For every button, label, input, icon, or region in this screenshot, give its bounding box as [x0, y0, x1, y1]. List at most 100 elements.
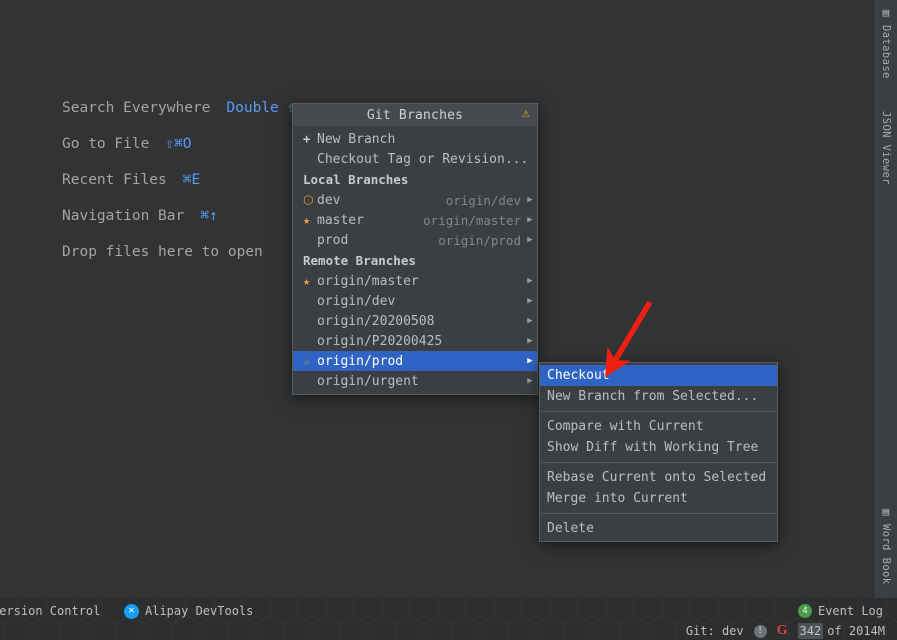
chevron-right-icon: ▶ — [527, 376, 533, 386]
version-control-label: Version Control — [0, 604, 101, 618]
warning-circle-icon: ! — [753, 624, 767, 638]
menu-item-label: origin/prod — [317, 353, 404, 369]
menu-item-label: origin/20200508 — [317, 313, 435, 329]
status-bar-row-top: Version Control ✕ Alipay DevTools 4 Even… — [0, 600, 897, 622]
menu-item-label: Checkout Tag or Revision... — [317, 151, 529, 167]
book-icon: ▤ — [882, 505, 890, 518]
submenu-item[interactable]: Checkout — [540, 365, 777, 386]
remote-branch-item[interactable]: ☆ origin/prod ▶ — [293, 351, 537, 371]
editor-hint-row: Drop files here to open — [62, 234, 296, 270]
editor-hint-list: Search Everywhere Double ⇧ Go to File ⇧⌘O Re… — [62, 90, 296, 270]
git-branches-popup: Git Branches ⚠ + New Branch Checkout Tag o… — [292, 103, 538, 395]
memory-total: of 2014M — [827, 624, 885, 638]
status-alipay-devtools[interactable]: ✕ Alipay DevTools — [124, 603, 254, 619]
alipay-icon: ✕ — [124, 603, 139, 619]
status-git-branch[interactable]: Git: dev — [686, 624, 744, 638]
plus-icon: + — [303, 132, 311, 146]
remote-branch-item[interactable]: origin/P20200425 ▶ — [293, 331, 537, 351]
stripe-button-json-viewer[interactable]: JSON Viewer — [874, 108, 897, 188]
event-log-label: Event Log — [817, 604, 883, 618]
remote-branch-item[interactable]: origin/urgent ▶ — [293, 371, 537, 391]
status-version-control[interactable]: Version Control — [0, 604, 100, 618]
submenu-item[interactable]: Merge into Current — [540, 488, 777, 509]
status-event-log[interactable]: 4 Event Log — [797, 604, 883, 618]
branch-tracking-label: origin/prod — [438, 232, 521, 248]
submenu-item[interactable]: New Branch from Selected... — [540, 386, 777, 407]
popup-title-text: Git Branches — [366, 107, 464, 123]
editor-hint-shortcut: ⌘E — [182, 172, 201, 188]
remote-branch-item[interactable]: ★ origin/master ▶ — [293, 271, 537, 291]
stripe-label-json-viewer: JSON Viewer — [880, 111, 892, 185]
section-header-local-branches: Local Branches — [303, 172, 409, 187]
local-branch-item[interactable]: prod origin/prod ▶ — [293, 230, 537, 250]
chevron-right-icon: ▶ — [527, 336, 533, 346]
branch-tracking-label: origin/dev — [445, 192, 521, 208]
ide-window: Search Everywhere Double ⇧ Go to File ⇧⌘O Re… — [0, 0, 897, 640]
chevron-right-icon: ▶ — [527, 356, 533, 366]
submenu-item[interactable]: Show Diff with Working Tree — [540, 437, 777, 458]
editor-hint-shortcut: ⇧⌘O — [165, 136, 192, 152]
editor-hint-shortcut: ⌘↑ — [200, 208, 218, 224]
remote-branch-item[interactable]: origin/20200508 ▶ — [293, 311, 537, 331]
menu-item-label: master — [317, 212, 364, 228]
star-hollow-icon: ☆ — [303, 354, 311, 368]
menu-item-label: prod — [317, 232, 349, 248]
editor-hint-shortcut: Double ⇧ — [226, 100, 297, 116]
submenu-item[interactable]: Rebase Current onto Selected — [540, 467, 777, 488]
remote-branch-item[interactable]: origin/dev ▶ — [293, 291, 537, 311]
chevron-right-icon: ▶ — [527, 276, 533, 286]
right-tool-window-stripe: ▤ Database JSON Viewer ▤ Word Book — [873, 0, 897, 598]
menu-item-label: origin/P20200425 — [317, 333, 443, 349]
editor-hint-label: Search Everywhere — [62, 100, 211, 116]
chevron-right-icon: ▶ — [527, 296, 533, 306]
editor-hint-row: Recent Files ⌘E — [62, 162, 296, 198]
editor-hint-row: Search Everywhere Double ⇧ — [62, 90, 296, 126]
tag-icon: ⬡ — [303, 193, 314, 207]
stripe-button-word-book[interactable]: ▤ Word Book — [874, 505, 897, 588]
menu-item-label: New Branch — [317, 131, 396, 147]
stripe-label-word-book: Word Book — [880, 524, 892, 585]
editor-hint-label: Navigation Bar — [62, 208, 185, 224]
stripe-label-database: Database — [880, 25, 892, 79]
stripe-button-database[interactable]: ▤ Database — [874, 6, 897, 82]
menu-item-label: origin/urgent — [317, 373, 419, 389]
local-branch-item[interactable]: ⬡ dev origin/dev ▶ — [293, 190, 537, 210]
memory-used: 342 — [797, 623, 824, 639]
database-icon: ▤ — [882, 6, 890, 19]
chevron-right-icon: ▶ — [527, 215, 533, 225]
chevron-right-icon: ▶ — [527, 195, 533, 205]
warning-icon: ⚠ — [521, 106, 530, 121]
menu-separator — [541, 411, 776, 412]
chevron-right-icon: ▶ — [527, 316, 533, 326]
alipay-label: Alipay DevTools — [145, 604, 254, 618]
editor-hint-label: Drop files here to open — [62, 244, 263, 260]
status-google[interactable]: G — [777, 624, 788, 638]
menu-separator — [541, 462, 776, 463]
section-header-remote-branches: Remote Branches — [303, 253, 416, 268]
star-filled-icon: ★ — [303, 213, 311, 227]
menu-separator — [541, 513, 776, 514]
editor-hint-label: Recent Files — [62, 172, 167, 188]
branch-context-submenu: Checkout New Branch from Selected... Compa… — [539, 362, 778, 542]
popup-title-bar: Git Branches ⚠ — [293, 104, 537, 126]
menu-item-label: origin/dev — [317, 293, 396, 309]
memory-indicator[interactable]: 342 of 2014M — [797, 623, 897, 639]
google-icon: G — [776, 623, 788, 638]
menu-action-item[interactable]: Checkout Tag or Revision... — [293, 149, 537, 169]
branch-tracking-label: origin/master — [423, 212, 521, 228]
status-bar-row-bottom: Git: dev ! G 342 of 2014M — [0, 622, 897, 640]
submenu-item[interactable]: Compare with Current — [540, 416, 777, 437]
menu-item-label: dev — [317, 192, 341, 208]
editor-hint-row: Go to File ⇧⌘O — [62, 126, 296, 162]
submenu-item[interactable]: Delete — [540, 518, 777, 539]
menu-item-label: origin/master — [317, 273, 419, 289]
status-warning[interactable]: ! — [753, 624, 767, 638]
star-filled-icon: ★ — [303, 274, 311, 288]
editor-hint-label: Go to File — [62, 136, 150, 152]
menu-action-item[interactable]: + New Branch — [293, 129, 537, 149]
local-branch-item[interactable]: ★ master origin/master ▶ — [293, 210, 537, 230]
editor-hint-row: Navigation Bar ⌘↑ — [62, 198, 296, 234]
event-log-count-badge: 4 — [797, 604, 812, 618]
chevron-right-icon: ▶ — [527, 235, 533, 245]
git-branches-list: + New Branch Checkout Tag or Revision... Lo… — [293, 126, 537, 394]
